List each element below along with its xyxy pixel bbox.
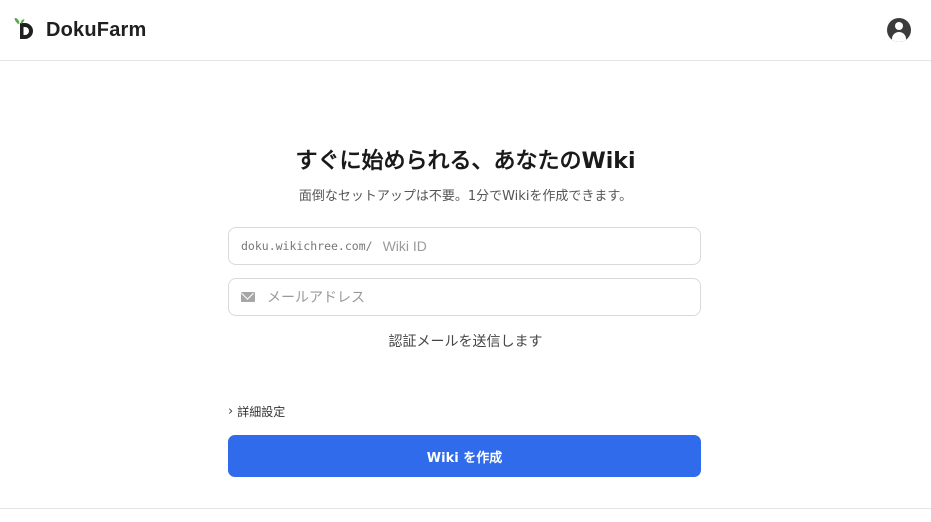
chevron-right-icon: › [228, 404, 234, 419]
dokufarm-logo-icon [14, 18, 33, 39]
advanced-settings-toggle[interactable]: › 詳細設定 [228, 403, 285, 420]
envelope-icon [241, 292, 255, 302]
email-input[interactable] [267, 279, 688, 315]
verification-notice: 認証メールを送信します [388, 334, 543, 350]
wiki-id-input[interactable] [382, 228, 688, 264]
email-field[interactable] [228, 278, 701, 316]
create-wiki-button[interactable]: Wiki を作成 [228, 435, 701, 477]
top-header: DokuFarm [0, 0, 931, 61]
user-circle-icon[interactable] [887, 18, 911, 42]
page-subtitle: 面倒なセットアップは不要。1分でWikiを作成できます。 [298, 189, 633, 204]
wiki-id-field[interactable]: doku.wikichree.com/ [228, 227, 701, 265]
brand-name: DokuFarm [46, 18, 147, 41]
brand[interactable]: DokuFarm [12, 17, 147, 43]
wiki-url-prefix: doku.wikichree.com/ [241, 239, 373, 253]
footer-divider [0, 508, 931, 509]
page-title: すぐに始められる、あなたのWiki [295, 149, 636, 174]
advanced-settings-label: 詳細設定 [237, 405, 286, 419]
